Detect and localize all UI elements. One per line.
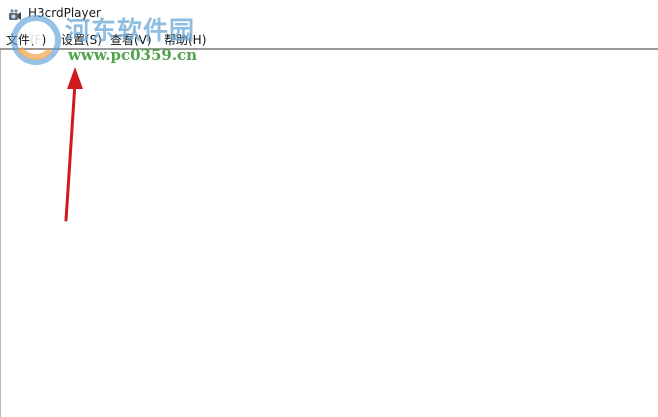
player-content-area[interactable] bbox=[0, 50, 658, 417]
watermark-brand: 河东软件园 bbox=[65, 16, 196, 45]
watermark-url: www.pc0359.cn bbox=[68, 46, 198, 64]
annotation-arrow-icon bbox=[64, 67, 83, 222]
app-window: H3crdPlayer 文件(F) 设置(S) 查看(V) 帮助(H) 河东软件… bbox=[0, 0, 658, 417]
watermark-logo-icon bbox=[11, 15, 61, 65]
